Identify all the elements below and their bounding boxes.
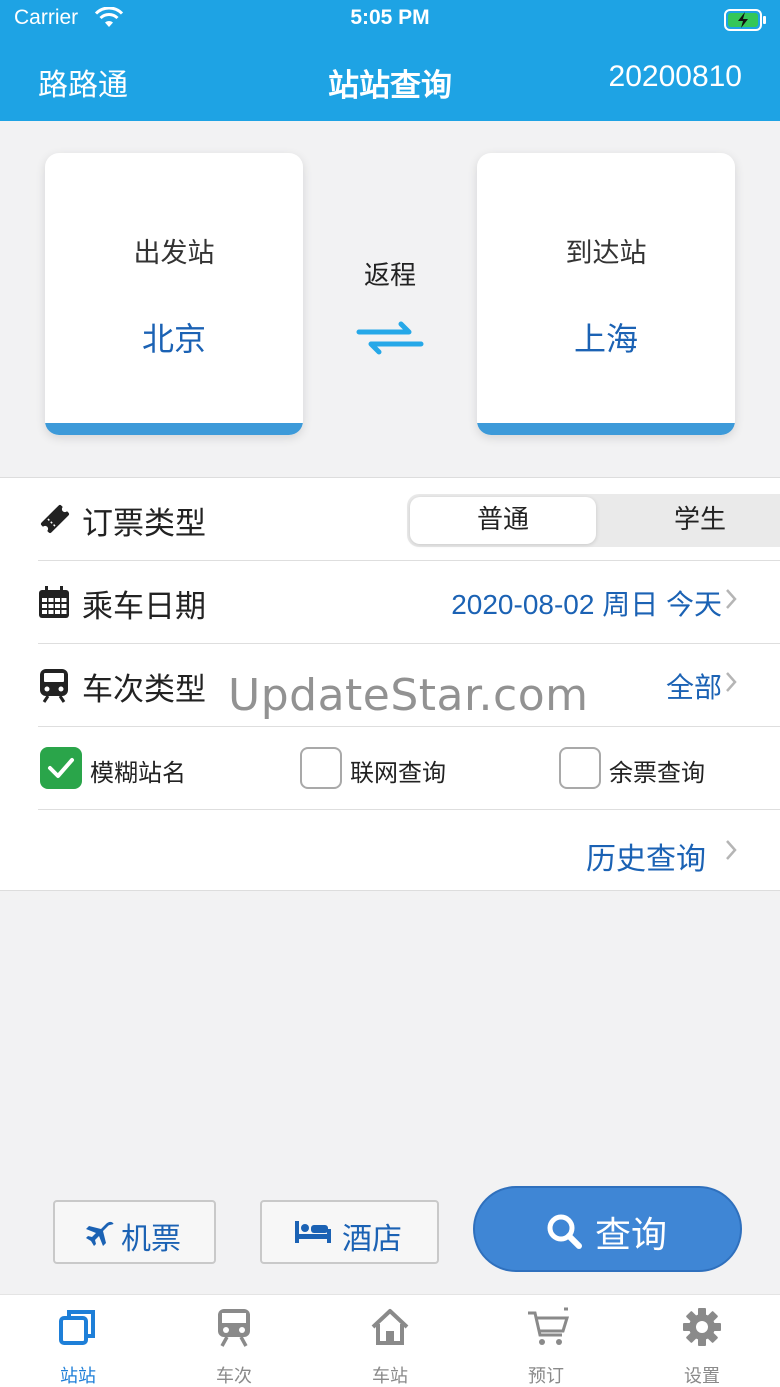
history-row[interactable]: 历史查询 (38, 810, 780, 893)
tab-label: 车站 (372, 1366, 408, 1387)
gear-icon (682, 1307, 722, 1351)
tab-station[interactable]: 车站 (312, 1295, 468, 1387)
swap-stations-icon[interactable] (355, 318, 425, 362)
ticket-type-option-student[interactable]: 学生 (607, 497, 780, 544)
tab-booking[interactable]: 预订 (468, 1295, 624, 1387)
remaining-tickets-label: 余票查询 (609, 759, 705, 787)
online-query-checkbox[interactable] (300, 747, 342, 789)
departure-station-label: 出发站 (133, 238, 215, 269)
arrival-station-card[interactable]: 到达站 上海 (477, 153, 735, 435)
train-icon (214, 1307, 254, 1351)
tab-label: 设置 (684, 1366, 720, 1387)
chevron-right-icon (724, 670, 738, 698)
battery-icon (724, 9, 768, 35)
version-label: 20200810 (608, 60, 742, 93)
app-header: Carrier 5:05 PM 路路通 站站查询 20200810 (0, 0, 780, 121)
date-value: 2020-08-02 周日 今天 (451, 589, 722, 620)
status-bar: Carrier 5:05 PM (0, 0, 780, 40)
tab-label: 站站 (60, 1366, 96, 1387)
date-row[interactable]: 乘车日期 2020-08-02 周日 今天 (38, 561, 780, 644)
query-button-label: 查询 (595, 1215, 668, 1256)
search-icon (545, 1212, 583, 1254)
ticket-type-row: 订票类型 普通 学生 (38, 478, 780, 561)
train-icon (38, 668, 72, 703)
arrival-station-value: 上海 (573, 320, 638, 358)
fuzzy-station-label: 模糊站名 (90, 759, 186, 787)
fuzzy-station-checkbox[interactable] (40, 747, 82, 789)
query-button[interactable]: 查询 (473, 1186, 742, 1272)
station-to-station-icon (58, 1307, 98, 1351)
cart-icon (526, 1307, 570, 1351)
date-label: 乘车日期 (82, 589, 206, 625)
tab-label: 预订 (528, 1366, 564, 1387)
home-icon (370, 1307, 410, 1351)
ticket-type-label: 订票类型 (82, 506, 206, 542)
hotel-button[interactable]: 酒店 (260, 1200, 439, 1264)
departure-station-card[interactable]: 出发站 北京 (45, 153, 303, 435)
bed-icon (294, 1219, 332, 1249)
flight-button-label: 机票 (121, 1222, 181, 1257)
ticket-type-segmented-control: 普通 学生 (407, 494, 780, 547)
options-row: 模糊站名 联网查询 余票查询 (38, 727, 780, 810)
train-type-label: 车次类型 (82, 672, 206, 708)
hotel-button-label: 酒店 (342, 1222, 402, 1257)
tab-label: 车次 (216, 1366, 252, 1387)
clock: 5:05 PM (350, 6, 430, 29)
airplane-icon (85, 1219, 115, 1251)
tab-bar: 站站 车次 车站 预订 设置 (0, 1294, 780, 1387)
ticket-icon (38, 502, 72, 536)
tab-settings[interactable]: 设置 (624, 1295, 780, 1387)
tab-train[interactable]: 车次 (156, 1295, 312, 1387)
ticket-type-option-regular[interactable]: 普通 (410, 497, 596, 544)
remaining-tickets-checkbox[interactable] (559, 747, 601, 789)
tab-station-to-station[interactable]: 站站 (0, 1295, 156, 1387)
departure-station-value: 北京 (141, 320, 206, 358)
return-trip-label[interactable]: 返程 (330, 255, 450, 292)
train-type-value: 全部 (665, 672, 722, 703)
flight-button[interactable]: 机票 (53, 1200, 216, 1264)
history-query-link[interactable]: 历史查询 (586, 834, 706, 878)
watermark: UpdateStar.com (228, 670, 589, 721)
online-query-label: 联网查询 (350, 759, 446, 787)
calendar-icon (38, 585, 72, 619)
chevron-right-icon (724, 587, 738, 615)
arrival-station-label: 到达站 (565, 238, 647, 269)
chevron-right-icon (724, 838, 738, 866)
